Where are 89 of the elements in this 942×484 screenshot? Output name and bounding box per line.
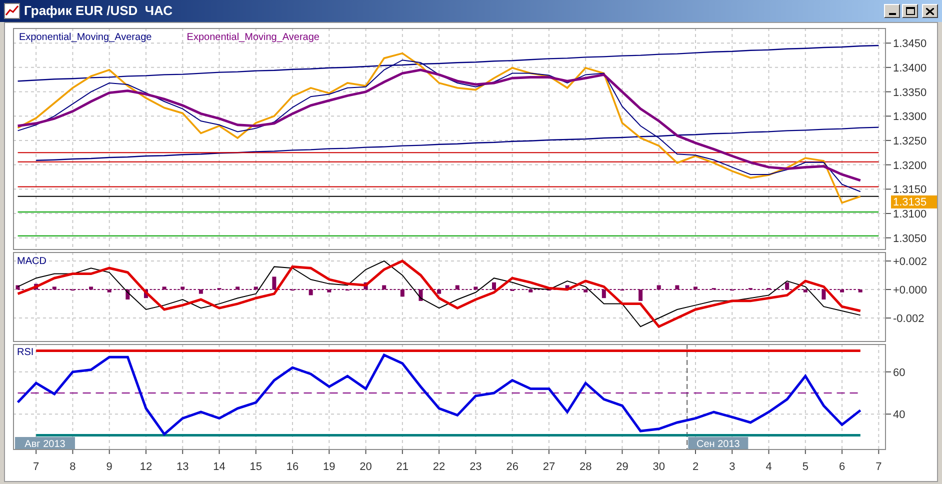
axis-label: +0.000 xyxy=(893,284,927,296)
axis-label: 12 xyxy=(140,461,152,473)
axis-label: 26 xyxy=(506,461,518,473)
axis-label: 28 xyxy=(579,461,592,473)
histogram-bar xyxy=(126,290,130,300)
histogram-bar xyxy=(162,286,166,290)
axis-label: 7 xyxy=(876,461,882,473)
histogram-bar xyxy=(180,286,185,290)
axis-label: 60 xyxy=(893,366,906,379)
histogram-bar xyxy=(858,290,862,292)
histogram-bar xyxy=(52,286,56,290)
histogram-bar xyxy=(144,290,148,298)
axis-label: 19 xyxy=(323,461,336,473)
price-tag: 1.3135 xyxy=(891,195,937,208)
axis-label: 21 xyxy=(396,461,409,473)
histogram-bar xyxy=(638,290,643,301)
axis-label: 40 xyxy=(893,409,906,422)
axis-label: 8 xyxy=(70,461,76,473)
histogram-bar xyxy=(437,290,442,294)
chart-icon xyxy=(4,3,20,19)
axis-label: 1.3400 xyxy=(893,62,927,74)
histogram-bar xyxy=(16,285,20,290)
close-button[interactable] xyxy=(922,4,938,18)
axis-label: 20 xyxy=(360,461,372,473)
histogram-bar xyxy=(602,290,606,298)
histogram-bar xyxy=(364,282,368,290)
axis-label: 1.3100 xyxy=(893,208,927,220)
axis-label: 16 xyxy=(286,461,299,473)
legend-label: Exponential_Moving_Average xyxy=(186,32,320,43)
window-title: График EUR /USD ЧАС xyxy=(24,2,172,20)
histogram-bar xyxy=(656,285,661,290)
axis-label: 14 xyxy=(213,461,226,473)
close-icon xyxy=(926,8,934,14)
axis-label: 1.3300 xyxy=(893,111,927,124)
histogram-bar xyxy=(840,290,844,292)
histogram-bar xyxy=(528,290,533,292)
axis-label: 22 xyxy=(432,461,446,473)
minimize-icon xyxy=(888,13,896,15)
histogram-bar xyxy=(198,290,203,294)
axis-label: 30 xyxy=(652,461,665,473)
histogram-bar xyxy=(803,290,808,292)
histogram-bar xyxy=(694,286,698,290)
histogram-bar xyxy=(327,290,332,292)
histogram-bar xyxy=(107,290,112,292)
histogram-bar xyxy=(382,285,386,290)
axis-label: 5 xyxy=(802,461,808,473)
histogram-bar xyxy=(236,286,240,290)
histogram-bar xyxy=(584,290,588,292)
axis-label: 6 xyxy=(838,461,846,473)
histogram-bar xyxy=(785,282,790,290)
axis-label: 27 xyxy=(542,461,556,473)
histogram-bar xyxy=(418,290,423,301)
axis-label: 1.3150 xyxy=(893,184,927,196)
legend-label: Exponential_Moving_Average xyxy=(19,32,152,43)
axis-label: 1.3050 xyxy=(893,232,927,245)
panel-title: MACD xyxy=(17,256,46,267)
month-tag: Авг 2013 xyxy=(15,437,75,450)
histogram-bar xyxy=(272,276,276,290)
axis-label: 9 xyxy=(106,461,112,473)
histogram-bar xyxy=(492,282,496,290)
axis-label: 2 xyxy=(692,461,699,473)
axis-label: +0.002 xyxy=(893,256,927,268)
histogram-bar xyxy=(474,286,478,290)
histogram-bar xyxy=(400,290,404,297)
axis-label: 1.3450 xyxy=(893,38,927,50)
axis-label: 4 xyxy=(766,461,772,473)
panel-title: RSI xyxy=(17,347,34,358)
axis-label: 1.3200 xyxy=(893,160,927,172)
axis-label: 1.3250 xyxy=(893,135,927,148)
maximize-icon xyxy=(906,7,914,15)
histogram-bar xyxy=(254,286,258,290)
histogram-bar xyxy=(565,285,570,290)
axis-label: 1.3350 xyxy=(893,86,927,99)
histogram-bar xyxy=(34,284,38,290)
axis-label: 7 xyxy=(33,461,40,473)
histogram-bar xyxy=(455,285,460,290)
histogram-bar xyxy=(822,290,826,300)
axis-label: 13 xyxy=(176,461,189,473)
axis-label: 3 xyxy=(729,461,736,473)
axis-label: 23 xyxy=(470,461,482,473)
histogram-bar xyxy=(308,290,313,296)
axis-label: -0.002 xyxy=(893,313,924,326)
month-tag: Сен 2013 xyxy=(688,437,748,450)
histogram-bar xyxy=(675,285,680,290)
axis-label: 29 xyxy=(616,461,628,473)
axis-label: 15 xyxy=(250,461,262,473)
minimize-button[interactable] xyxy=(884,4,900,18)
maximize-button[interactable] xyxy=(902,4,918,18)
histogram-bar xyxy=(89,286,94,290)
